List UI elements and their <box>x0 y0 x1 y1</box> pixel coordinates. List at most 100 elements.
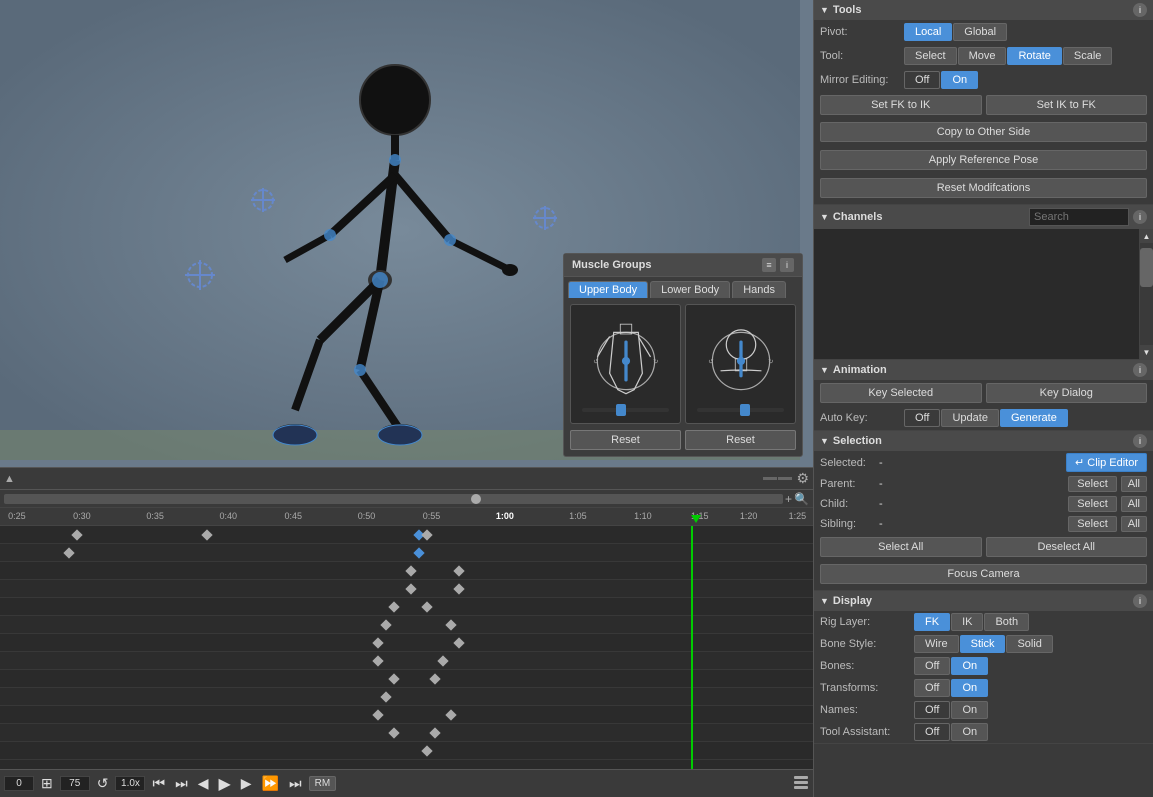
sibling-select-btn[interactable]: Select <box>1068 516 1117 532</box>
current-frame-value[interactable]: 75 <box>60 776 90 791</box>
muscle-groups-menu-icon[interactable]: ≡ <box>762 258 776 272</box>
display-info-icon[interactable]: i <box>1133 594 1147 608</box>
start-frame-value[interactable]: 0 <box>4 776 34 791</box>
focus-camera-btn[interactable]: Focus Camera <box>820 564 1147 584</box>
keyframe-diamond[interactable] <box>445 619 456 630</box>
go-back-btn[interactable]: ⏭ <box>172 775 191 792</box>
transforms-off-btn[interactable]: Off <box>914 679 950 697</box>
animation-info-icon[interactable]: i <box>1133 363 1147 377</box>
zoom-in-icon[interactable]: + <box>785 492 792 506</box>
keyframe-diamond[interactable] <box>372 655 383 666</box>
rig-fk-btn[interactable]: FK <box>914 613 950 631</box>
keyframe-diamond[interactable] <box>372 637 383 648</box>
rig-ik-btn[interactable]: IK <box>951 613 983 631</box>
keyframe-diamond[interactable] <box>372 709 383 720</box>
ch-scroll-down-btn[interactable]: ▼ <box>1140 345 1153 359</box>
tools-info-icon[interactable]: i <box>1133 3 1147 17</box>
parent-select-btn[interactable]: Select <box>1068 476 1117 492</box>
keyframe-diamond[interactable] <box>445 709 456 720</box>
select-all-btn[interactable]: Select All <box>820 537 982 557</box>
display-header[interactable]: ▼ Display i <box>814 591 1153 611</box>
keyframe-diamond[interactable] <box>202 529 213 540</box>
ch-scroll-up-btn[interactable]: ▲ <box>1140 229 1153 243</box>
set-fk-ik-btn[interactable]: Set FK to IK <box>820 95 982 115</box>
muscle-groups-info-icon[interactable]: i <box>780 258 794 272</box>
names-off-btn[interactable]: Off <box>914 701 950 719</box>
keyframe-diamond[interactable] <box>389 601 400 612</box>
keyframe-diamond[interactable] <box>380 619 391 630</box>
bones-on-btn[interactable]: On <box>951 657 988 675</box>
rig-both-btn[interactable]: Both <box>984 613 1029 631</box>
sibling-all-btn[interactable]: All <box>1121 516 1147 532</box>
tool-assistant-off-btn[interactable]: Off <box>914 723 950 741</box>
selection-info-icon[interactable]: i <box>1133 434 1147 448</box>
scrub-handle[interactable] <box>471 494 481 504</box>
tool-scale-btn[interactable]: Scale <box>1063 47 1113 65</box>
timeline-expand-icon[interactable]: ▲ <box>4 473 15 485</box>
keyframe-diamond[interactable] <box>421 745 432 756</box>
pivot-local-btn[interactable]: Local <box>904 23 952 41</box>
go-to-end-btn[interactable]: ⏭ <box>286 775 305 792</box>
mg-widget-front[interactable]: ↺ ↻ <box>570 304 681 424</box>
channels-info-icon[interactable]: i <box>1133 210 1147 224</box>
viewport[interactable]: Muscle Groups ≡ i Upper Body Lower Body … <box>0 0 813 467</box>
mg-tab-hands[interactable]: Hands <box>732 281 786 298</box>
names-on-btn[interactable]: On <box>951 701 988 719</box>
mg-tab-lower-body[interactable]: Lower Body <box>650 281 730 298</box>
child-all-btn[interactable]: All <box>1121 496 1147 512</box>
parent-all-btn[interactable]: All <box>1121 476 1147 492</box>
record-mode[interactable]: RM <box>309 776 337 791</box>
mg-tab-upper-body[interactable]: Upper Body <box>568 281 648 298</box>
keyframe-diamond[interactable] <box>454 637 465 648</box>
bones-off-btn[interactable]: Off <box>914 657 950 675</box>
keyframe-diamond[interactable] <box>405 583 416 594</box>
loop-btn[interactable]: ↺ <box>94 775 112 792</box>
keyframe-diamond[interactable] <box>421 529 432 540</box>
key-selected-btn[interactable]: Key Selected <box>820 383 982 403</box>
keyframe-diamond[interactable] <box>429 727 440 738</box>
mirror-off-btn[interactable]: Off <box>904 71 940 89</box>
channels-scrollbar[interactable]: ▲ ▼ <box>1139 229 1153 359</box>
tool-rotate-btn[interactable]: Rotate <box>1007 47 1061 65</box>
mirror-on-btn[interactable]: On <box>941 71 978 89</box>
ch-scroll-thumb[interactable] <box>1140 248 1153 287</box>
keyframe-diamond[interactable] <box>429 673 440 684</box>
child-select-btn[interactable]: Select <box>1068 496 1117 512</box>
fit-timeline-btn[interactable]: ⊞ <box>38 775 56 792</box>
apply-reference-pose-btn[interactable]: Apply Reference Pose <box>820 150 1147 170</box>
keyframe-diamond[interactable] <box>389 673 400 684</box>
tool-move-btn[interactable]: Move <box>958 47 1007 65</box>
speed-value[interactable]: 1.0x <box>115 776 145 791</box>
copy-other-side-btn[interactable]: Copy to Other Side <box>820 122 1147 142</box>
deselect-all-btn[interactable]: Deselect All <box>986 537 1148 557</box>
scrub-track[interactable] <box>4 494 783 504</box>
channels-header[interactable]: ▼ Channels i <box>814 205 1153 229</box>
next-frame-btn[interactable]: ▶ <box>238 775 255 792</box>
transforms-on-btn[interactable]: On <box>951 679 988 697</box>
selection-header[interactable]: ▼ Selection i <box>814 431 1153 451</box>
play-btn[interactable]: ▶ <box>215 774 233 794</box>
keyframe-diamond[interactable] <box>380 691 391 702</box>
keyframe-diamond[interactable] <box>389 727 400 738</box>
tools-header[interactable]: ▼ Tools i <box>814 0 1153 20</box>
keyframe-diamond[interactable] <box>454 583 465 594</box>
bone-stick-btn[interactable]: Stick <box>960 635 1006 653</box>
keyframe-diamond[interactable] <box>63 547 74 558</box>
auto-key-update-btn[interactable]: Update <box>941 409 998 427</box>
go-to-start-btn[interactable]: ⏮ <box>149 775 168 792</box>
keyframe-diamond-selected[interactable] <box>413 547 424 558</box>
prev-frame-btn[interactable]: ◀ <box>195 775 212 792</box>
timeline-settings-icon[interactable]: ⚙ <box>796 470 809 487</box>
pivot-global-btn[interactable]: Global <box>953 23 1007 41</box>
layer-icon[interactable] <box>793 774 809 793</box>
bone-solid-btn[interactable]: Solid <box>1006 635 1052 653</box>
set-ik-fk-btn[interactable]: Set IK to FK <box>986 95 1148 115</box>
animation-header[interactable]: ▼ Animation i <box>814 360 1153 380</box>
tool-select-btn[interactable]: Select <box>904 47 957 65</box>
tool-assistant-on-btn[interactable]: On <box>951 723 988 741</box>
reset-modifications-btn[interactable]: Reset Modifcations <box>820 178 1147 198</box>
channels-search-input[interactable] <box>1029 208 1129 226</box>
key-dialog-btn[interactable]: Key Dialog <box>986 383 1148 403</box>
keyframe-diamond[interactable] <box>405 565 416 576</box>
auto-key-generate-btn[interactable]: Generate <box>1000 409 1068 427</box>
